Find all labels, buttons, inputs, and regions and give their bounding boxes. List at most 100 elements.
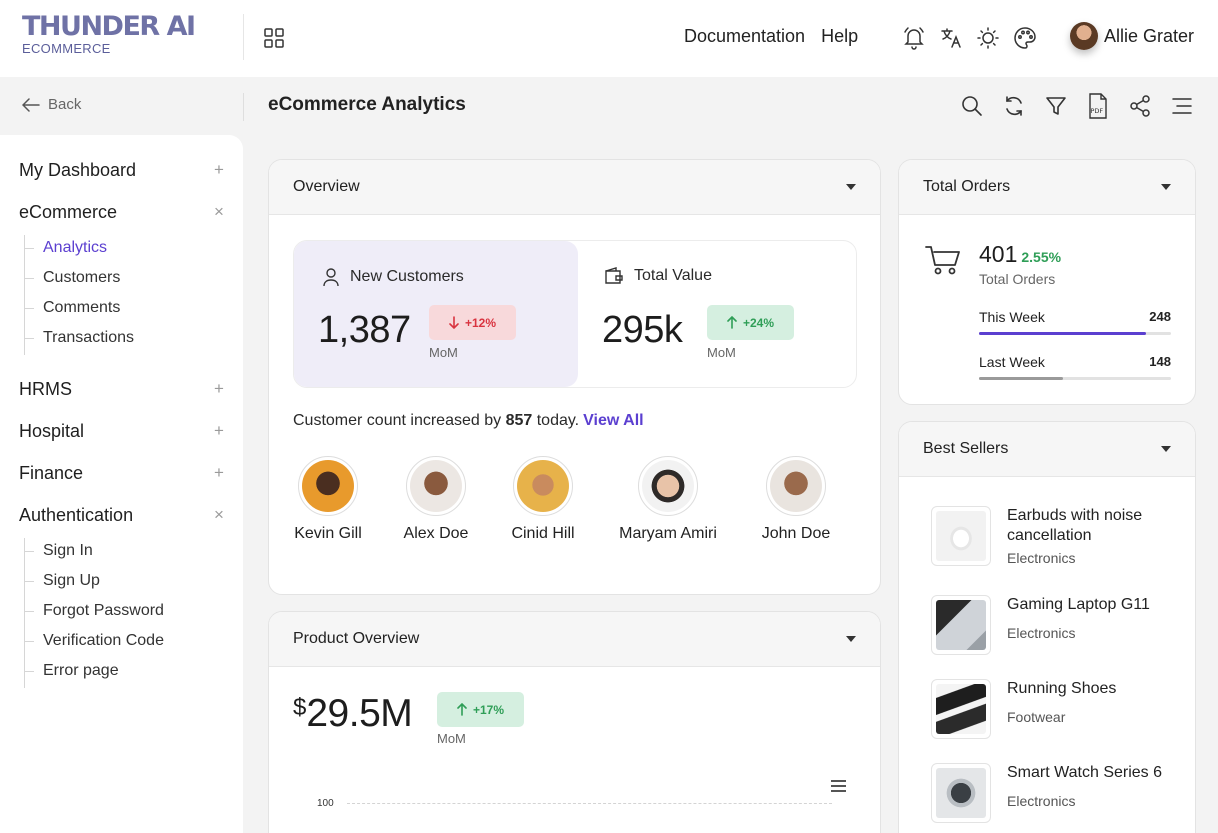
sidebar-item-error-page[interactable]: Error page [25,658,225,688]
list-item[interactable]: John Doe [756,456,836,543]
person-name: Kevin Gill [294,525,362,542]
total-value-value: 295k [602,309,683,351]
documentation-link[interactable]: Documentation [684,26,805,47]
sidebar-item-customers[interactable]: Customers [25,265,225,295]
progress-value: 148 [1149,354,1171,369]
top-bar: THUNDER AI ECOMMERCE Documentation Help [0,0,1218,77]
overview-card: Overview New Customers 1,387 +12% MoM To… [268,159,881,595]
sidebar-group-label: Hospital [19,420,85,441]
progress-last-week: Last Week 148 [979,354,1171,380]
avatar [638,456,698,516]
orders-label: Total Orders [979,271,1056,287]
collapse-icon[interactable]: × [213,505,225,525]
avatar [513,456,573,516]
list-item[interactable]: Maryam Amiri [618,456,718,543]
divider [243,93,244,121]
user-menu[interactable]: Allie Grater [1070,22,1194,50]
sidebar-group-label: My Dashboard [19,159,137,180]
menu-icon[interactable] [1170,93,1194,119]
list-item[interactable]: Earbuds with noise cancellation Electron… [931,506,1195,576]
caret-down-icon[interactable] [1161,184,1171,190]
back-button[interactable]: Back [22,96,81,113]
progress-track [979,377,1171,380]
top-links: Documentation Help [684,26,858,47]
translate-icon[interactable] [938,24,964,52]
top-icons [901,24,1038,52]
search-icon[interactable] [960,93,984,119]
sidebar-group-authentication[interactable]: Authentication × Sign In Sign Up Forgot P… [19,502,225,688]
customer-list: Kevin Gill Alex Doe Cinid Hill Maryam Am… [293,456,853,546]
list-item[interactable]: Kevin Gill [293,456,363,543]
card-header[interactable]: Overview [269,160,880,215]
card-title: Overview [293,178,360,195]
refresh-icon[interactable] [1002,93,1026,119]
expand-icon[interactable]: + [213,421,225,441]
help-link[interactable]: Help [821,26,858,47]
brand-logo[interactable]: THUNDER AI ECOMMERCE [22,12,196,57]
chart-menu-icon[interactable] [831,780,846,795]
sidebar-item-sign-in[interactable]: Sign In [25,538,225,568]
sub-header: Back eCommerce Analytics PDF [0,77,1218,135]
card-title: Total Orders [923,178,1011,195]
product-image [931,679,991,739]
sidebar-item-sign-up[interactable]: Sign Up [25,568,225,598]
new-customers-value: 1,387 [318,309,411,351]
orders-value: 401 2.55% [979,241,1061,268]
sidebar: My Dashboard + eCommerce × Analytics Custo… [0,135,243,833]
avatar [1070,22,1098,50]
product-overview-card: Product Overview $29.5M +17% MoM 100 [268,611,881,833]
card-header[interactable]: Product Overview [269,612,880,667]
sidebar-item-analytics[interactable]: Analytics [25,235,225,265]
badge-text: +17% [472,702,505,717]
stat-box: New Customers 1,387 +12% MoM Total Value… [293,240,857,388]
sidebar-submenu: Analytics Customers Comments Transaction… [24,235,225,355]
card-title: Best Sellers [923,440,1009,457]
total-amount: $29.5M [293,692,413,736]
share-icon[interactable] [1128,93,1152,119]
sidebar-group-hospital[interactable]: Hospital + [19,418,225,444]
badge-text: +12% [464,315,497,330]
progress-this-week: This Week 248 [979,309,1171,335]
filter-icon[interactable] [1044,93,1068,119]
progress-value: 248 [1149,309,1171,324]
caret-down-icon[interactable] [1161,446,1171,452]
view-all-link[interactable]: View All [583,412,643,429]
sidebar-item-comments[interactable]: Comments [25,295,225,325]
product-name: Smart Watch Series 6 [1007,764,1163,781]
period-label: MoM [707,345,736,360]
pdf-icon[interactable]: PDF [1086,93,1110,119]
svg-text:PDF: PDF [1091,107,1104,115]
list-item[interactable]: Smart Watch Series 6 Electronics [931,763,1195,825]
chart-gridline [347,803,832,804]
collapse-icon[interactable]: × [213,202,225,222]
expand-icon[interactable]: + [213,379,225,399]
card-header[interactable]: Total Orders [899,160,1195,215]
product-name: Running Shoes [1007,680,1117,697]
sidebar-group-label: HRMS [19,378,72,399]
arrow-down-icon [449,316,459,329]
sidebar-group-ecommerce[interactable]: eCommerce × Analytics Customers Comments … [19,199,225,355]
sun-icon[interactable] [975,24,1001,52]
list-item[interactable]: Running Shoes Footwear [931,679,1195,741]
bell-icon[interactable] [901,24,927,52]
card-header[interactable]: Best Sellers [899,422,1195,477]
sidebar-item-verification-code[interactable]: Verification Code [25,628,225,658]
caret-down-icon[interactable] [846,636,856,642]
product-image [931,763,991,823]
sidebar-submenu: Sign In Sign Up Forgot Password Verifica… [24,538,225,688]
list-item[interactable]: Cinid Hill [508,456,578,543]
product-category: Footwear [1007,709,1066,725]
expand-icon[interactable]: + [213,463,225,483]
sidebar-item-transactions[interactable]: Transactions [25,325,225,355]
sidebar-item-forgot-password[interactable]: Forgot Password [25,598,225,628]
apps-grid-icon[interactable] [263,27,285,49]
palette-icon[interactable] [1012,24,1038,52]
sidebar-group-hrms[interactable]: HRMS + [19,376,225,402]
expand-icon[interactable]: + [213,160,225,180]
list-item[interactable]: Gaming Laptop G11 Electronics [931,595,1195,657]
sidebar-group-my-dashboard[interactable]: My Dashboard + [19,157,225,183]
list-item[interactable]: Alex Doe [401,456,471,543]
sidebar-group-finance[interactable]: Finance + [19,460,225,486]
caret-down-icon[interactable] [846,184,856,190]
arrow-up-icon [457,703,467,716]
